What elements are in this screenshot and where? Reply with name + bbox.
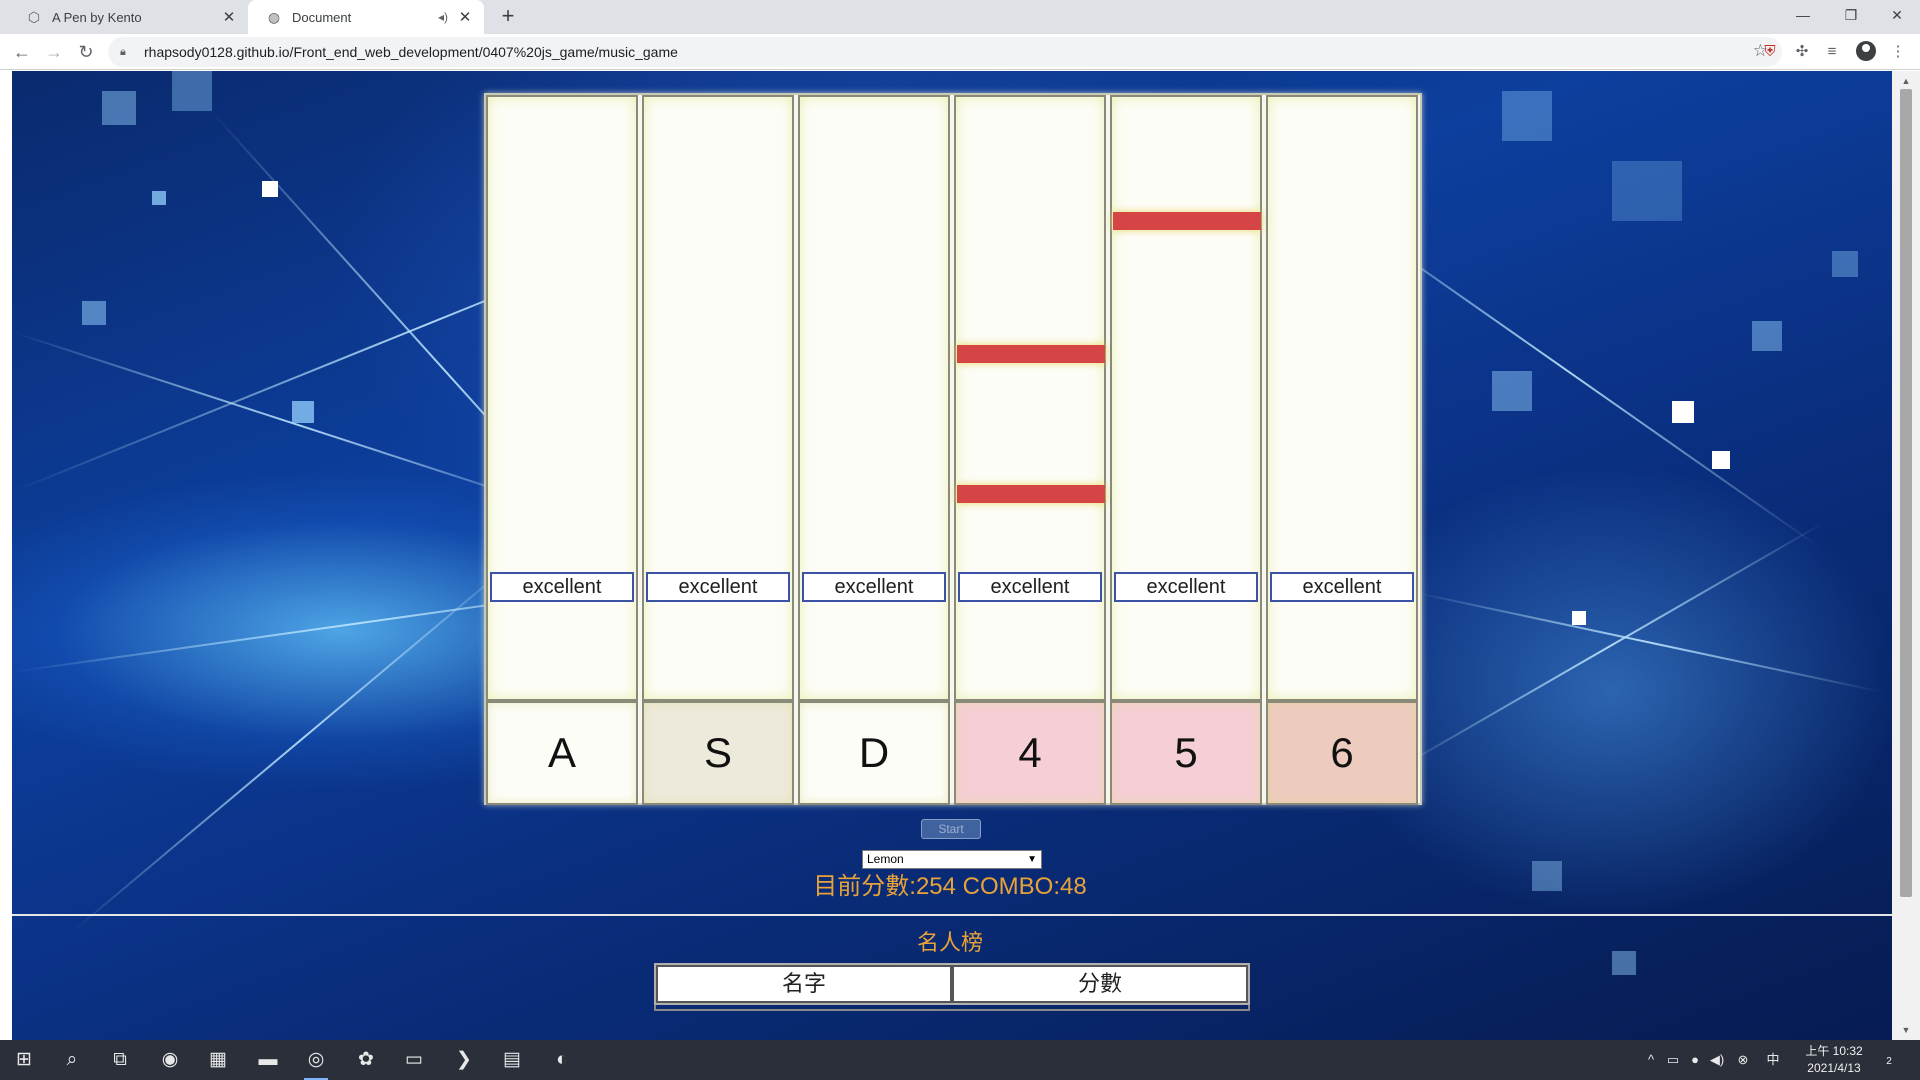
media-control-icon[interactable]: ≡ bbox=[1822, 42, 1842, 62]
falling-note bbox=[957, 485, 1105, 503]
lane-d: excellent bbox=[798, 95, 950, 701]
score-display: 目前分數:254 COMBO:48 bbox=[813, 873, 1087, 900]
tab-codepen[interactable]: ⬡ A Pen by Kento ✕ bbox=[8, 0, 248, 34]
leaderboard-title: 名人榜 bbox=[916, 930, 983, 955]
judge-label: excellent bbox=[1114, 572, 1258, 602]
network-icon[interactable]: ▭ bbox=[1664, 1050, 1682, 1070]
profile-avatar[interactable] bbox=[1856, 41, 1876, 61]
back-icon[interactable]: ← bbox=[10, 40, 34, 64]
close-icon[interactable]: ✕ bbox=[220, 8, 238, 26]
speaker-icon[interactable]: ◂) bbox=[434, 10, 452, 24]
volume-icon[interactable]: ◀) bbox=[1708, 1050, 1726, 1070]
page-scrollbar[interactable]: ▲ ▼ bbox=[1892, 71, 1920, 1040]
tab-document[interactable]: ◍ Document ◂) ✕ bbox=[248, 0, 484, 34]
leaderboard-table: 名字 分數 bbox=[654, 963, 1250, 1011]
address-bar[interactable]: 🔒︎ rhapsody0128.github.io/Front_end_web_… bbox=[108, 37, 1782, 67]
key-d[interactable]: D bbox=[798, 701, 950, 805]
clock-date: 2021/4/13 bbox=[1807, 1061, 1861, 1075]
notification-icon[interactable]: 2 bbox=[1878, 1049, 1900, 1071]
tray-app-icon[interactable]: ⊗ bbox=[1734, 1050, 1752, 1070]
lane-a: excellent bbox=[486, 95, 638, 701]
column-header-name: 名字 bbox=[656, 965, 952, 1003]
judge-label: excellent bbox=[802, 572, 946, 602]
browser-tabstrip: ⬡ A Pen by Kento ✕ ◍ Document ◂) ✕ + — ❐… bbox=[0, 0, 1920, 34]
key-s[interactable]: S bbox=[642, 701, 794, 805]
key-4[interactable]: 4 bbox=[954, 701, 1106, 805]
key-6[interactable]: 6 bbox=[1266, 701, 1418, 805]
windows-taskbar: ⊞ ⌕ ⧉ ◉ ▦ ▬ ◎ ✿ ▭ ❯ ▤ ◐ ^ ▭ ● ◀) ⊗ 中 上午 … bbox=[0, 1040, 1920, 1080]
chrome-icon[interactable]: ◎ bbox=[298, 1046, 334, 1080]
key-a[interactable]: A bbox=[486, 701, 638, 805]
chevron-down-icon: ▼ bbox=[1027, 854, 1037, 865]
ime-icon[interactable]: 中 bbox=[1764, 1050, 1782, 1070]
app-circle-icon[interactable]: ◐ bbox=[544, 1046, 580, 1074]
task-view-icon[interactable]: ⧉ bbox=[102, 1046, 138, 1074]
falling-note bbox=[1113, 212, 1261, 230]
reload-icon[interactable]: ↻ bbox=[74, 40, 98, 64]
scroll-thumb[interactable] bbox=[1900, 89, 1912, 897]
tray-chevron-icon[interactable]: ^ bbox=[1642, 1050, 1660, 1070]
codepen-icon: ⬡ bbox=[27, 9, 41, 25]
clock-time: 上午 10:32 bbox=[1805, 1044, 1863, 1058]
scroll-up-icon[interactable]: ▲ bbox=[1900, 75, 1912, 87]
globe-icon: ◍ bbox=[267, 9, 281, 25]
shield-extension-icon[interactable]: ⛨ bbox=[1760, 42, 1780, 62]
microphone-icon[interactable]: ● bbox=[1686, 1050, 1704, 1070]
file-explorer-icon[interactable]: ▬ bbox=[250, 1046, 286, 1074]
page-viewport: excellent excellent excellent excellent … bbox=[0, 71, 1920, 1040]
tab-title: Document bbox=[292, 9, 352, 25]
lane-5: excellent bbox=[1110, 95, 1262, 701]
lane-6: excellent bbox=[1266, 95, 1418, 701]
judge-label: excellent bbox=[646, 572, 790, 602]
song-select-value: Lemon bbox=[867, 852, 904, 866]
lane-s: excellent bbox=[642, 95, 794, 701]
photo-app-icon[interactable]: ▦ bbox=[200, 1046, 236, 1074]
restore-icon[interactable]: ❐ bbox=[1828, 0, 1874, 30]
tab-title: A Pen by Kento bbox=[52, 9, 142, 25]
puzzle-extension-icon[interactable]: ✣ bbox=[1792, 42, 1812, 62]
notification-count: 2 bbox=[1886, 1056, 1892, 1067]
windows-start-icon[interactable]: ⊞ bbox=[6, 1046, 42, 1074]
lane-4: excellent bbox=[954, 95, 1106, 701]
new-tab-button[interactable]: + bbox=[496, 5, 520, 29]
scroll-down-icon[interactable]: ▼ bbox=[1900, 1024, 1912, 1036]
key-5[interactable]: 5 bbox=[1110, 701, 1262, 805]
obs-app-icon[interactable]: ◉ bbox=[152, 1046, 188, 1074]
lock-icon: 🔒︎ bbox=[120, 45, 126, 58]
judge-label: excellent bbox=[1270, 572, 1414, 602]
menu-kebab-icon[interactable]: ⋮ bbox=[1888, 42, 1908, 62]
minimize-icon[interactable]: — bbox=[1780, 0, 1826, 30]
taskbar-clock[interactable]: 上午 10:32 2021/4/13 bbox=[1786, 1043, 1882, 1077]
window-close-icon[interactable]: ✕ bbox=[1874, 0, 1920, 30]
search-icon[interactable]: ⌕ bbox=[54, 1046, 90, 1074]
column-header-score: 分數 bbox=[952, 965, 1248, 1003]
judge-label: excellent bbox=[490, 572, 634, 602]
close-icon[interactable]: ✕ bbox=[456, 8, 474, 26]
judge-label: excellent bbox=[958, 572, 1102, 602]
browser-toolbar: ← → ↻ 🔒︎ rhapsody0128.github.io/Front_en… bbox=[0, 34, 1920, 70]
calculator-icon[interactable]: ▤ bbox=[494, 1046, 530, 1074]
game-board: excellent excellent excellent excellent … bbox=[484, 93, 1422, 805]
song-select[interactable]: Lemon ▼ bbox=[862, 850, 1042, 869]
terminal-icon[interactable]: ▭ bbox=[396, 1046, 432, 1074]
falling-note bbox=[957, 345, 1105, 363]
app-icon[interactable]: ✿ bbox=[348, 1046, 384, 1074]
start-button[interactable]: Start bbox=[921, 819, 981, 839]
divider bbox=[12, 914, 1892, 916]
forward-icon[interactable]: → bbox=[42, 40, 66, 64]
vscode-icon[interactable]: ❯ bbox=[446, 1046, 482, 1074]
url-text: rhapsody0128.github.io/Front_end_web_dev… bbox=[144, 44, 678, 60]
